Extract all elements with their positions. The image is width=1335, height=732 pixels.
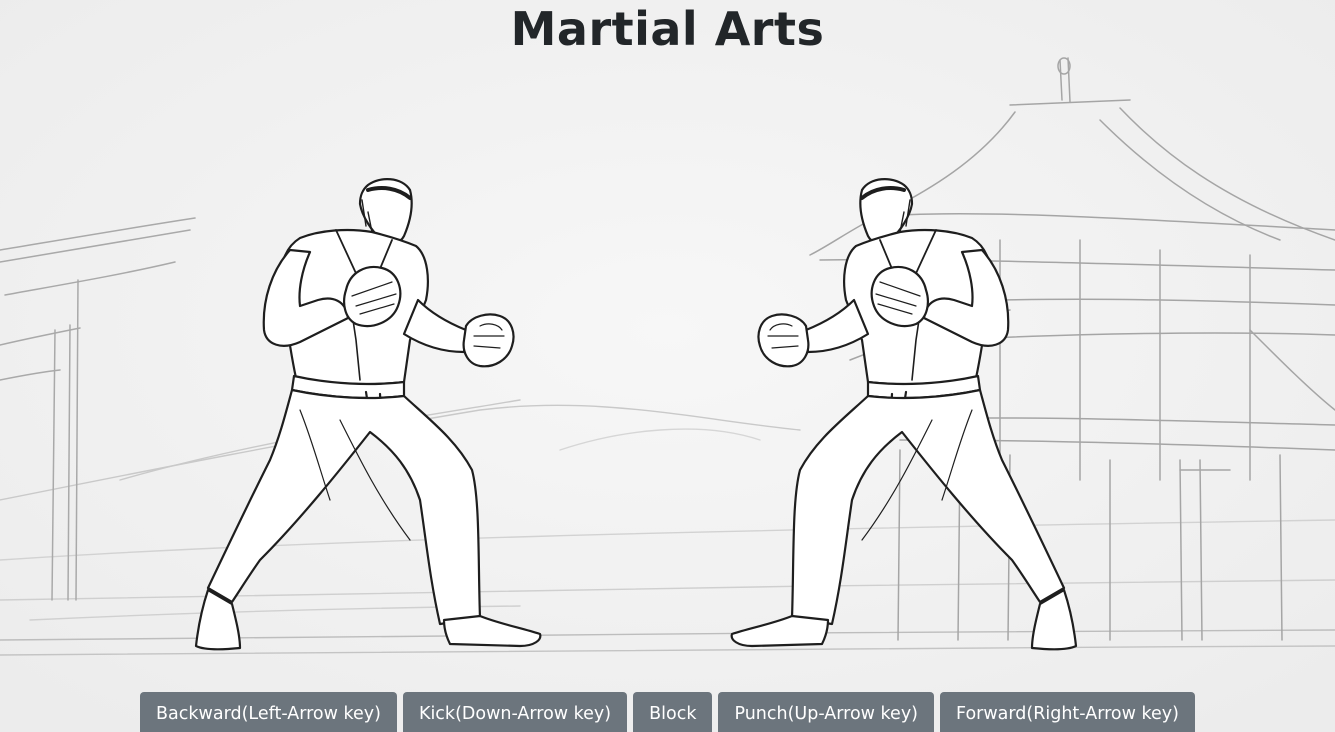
punch-button[interactable]: Punch(Up-Arrow key) [718, 692, 934, 732]
block-button[interactable]: Block [633, 692, 713, 732]
forward-button[interactable]: Forward(Right-Arrow key) [940, 692, 1195, 732]
kick-button[interactable]: Kick(Down-Arrow key) [402, 692, 628, 732]
game-scene [0, 0, 1335, 732]
controls-bar: Backward(Left-Arrow key) Kick(Down-Arrow… [0, 692, 1335, 732]
game-title: Martial Arts [510, 2, 825, 56]
backward-button[interactable]: Backward(Left-Arrow key) [140, 692, 397, 732]
